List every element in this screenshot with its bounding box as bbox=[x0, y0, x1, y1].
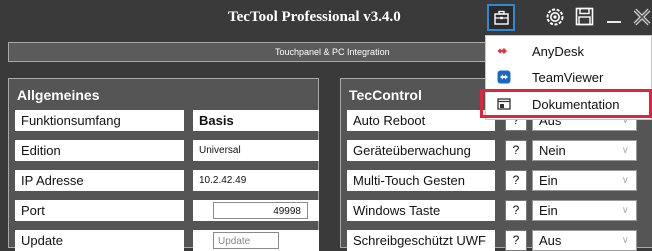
highlight-frame bbox=[480, 89, 652, 118]
help-button[interactable]: ? bbox=[505, 140, 527, 161]
chevron-down-icon: ∨ bbox=[621, 205, 629, 216]
menu-item-anydesk[interactable]: AnyDesk bbox=[486, 39, 652, 64]
port-cell: 49998 bbox=[193, 200, 319, 221]
settings-icon[interactable] bbox=[545, 7, 565, 27]
row-value: Universal bbox=[193, 140, 319, 161]
update-cell: Update bbox=[193, 230, 319, 251]
toolbox-icon bbox=[494, 10, 509, 25]
row-label: Port bbox=[15, 200, 184, 221]
chevron-down-icon: ∨ bbox=[621, 145, 629, 156]
help-button[interactable]: ? bbox=[505, 170, 527, 191]
minimize-icon[interactable] bbox=[606, 7, 622, 27]
row-label: IP Adresse bbox=[15, 170, 184, 191]
chevron-down-icon: ∨ bbox=[621, 175, 629, 186]
row-value: 10.2.42.49 bbox=[193, 170, 319, 191]
row-label: Funktionsumfang bbox=[15, 110, 184, 131]
general-panel: Allgemeines Funktionsumfang Basis Editio… bbox=[8, 78, 319, 251]
update-button[interactable]: Update bbox=[213, 232, 279, 249]
anydesk-icon bbox=[497, 48, 507, 54]
row-label: Update bbox=[15, 230, 184, 251]
select-value: Aus bbox=[539, 233, 562, 248]
port-input[interactable]: 49998 bbox=[213, 202, 308, 219]
row-value: Basis bbox=[193, 110, 319, 131]
general-heading: Allgemeines bbox=[17, 87, 100, 103]
windows-key-select[interactable]: Ein ∨ bbox=[532, 200, 637, 221]
row-label: Windows Taste bbox=[347, 200, 495, 221]
menu-item-label: AnyDesk bbox=[532, 44, 585, 59]
teccontrol-heading: TecControl bbox=[349, 87, 422, 103]
window-title: TecTool Professional v3.4.0 bbox=[228, 9, 401, 25]
select-value: Ein bbox=[539, 173, 558, 188]
select-value: Nein bbox=[539, 143, 566, 158]
chevron-down-icon: ∨ bbox=[621, 235, 629, 246]
row-label: Auto Reboot bbox=[347, 110, 495, 131]
help-button[interactable]: ? bbox=[505, 200, 527, 221]
select-value: Ein bbox=[539, 203, 558, 218]
multitouch-select[interactable]: Ein ∨ bbox=[532, 170, 637, 191]
title-bar: TecTool Professional v3.4.0 bbox=[0, 0, 652, 36]
menu-item-teamviewer[interactable]: TeamViewer bbox=[486, 65, 652, 90]
tools-menu-button[interactable] bbox=[487, 4, 515, 31]
row-label: Edition bbox=[15, 140, 184, 161]
row-label: Multi-Touch Gesten bbox=[347, 170, 495, 191]
row-label: Schreibgeschützt UWF bbox=[347, 230, 495, 251]
help-button[interactable]: ? bbox=[505, 230, 527, 251]
uwf-select[interactable]: Aus ∨ bbox=[532, 230, 637, 251]
close-icon[interactable] bbox=[632, 7, 652, 27]
teamviewer-icon bbox=[497, 70, 511, 84]
subtitle-text: Touchpanel & PC Integration bbox=[275, 47, 390, 57]
save-icon[interactable] bbox=[575, 7, 594, 26]
row-label: Geräteüberwachung bbox=[347, 140, 495, 161]
menu-item-label: TeamViewer bbox=[532, 70, 604, 85]
device-monitoring-select[interactable]: Nein ∨ bbox=[532, 140, 637, 161]
